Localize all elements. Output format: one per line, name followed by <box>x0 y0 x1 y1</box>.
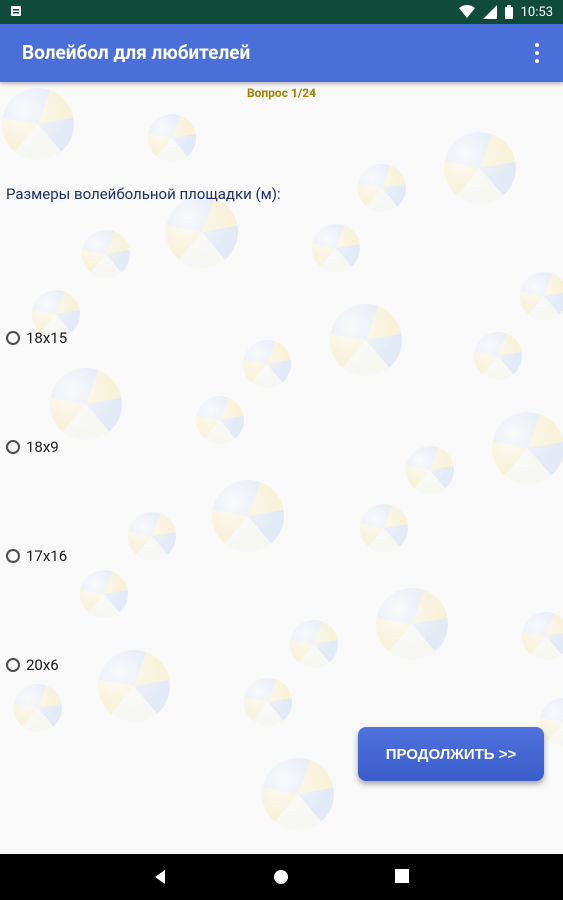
volleyball-background-icon <box>98 650 170 722</box>
question-counter: Вопрос 1/24 <box>246 86 317 100</box>
status-bar: 10:53 <box>0 0 563 24</box>
volleyball-background-icon <box>376 588 448 660</box>
volleyball-background-icon <box>80 570 128 618</box>
volleyball-background-icon <box>406 446 454 494</box>
answer-option-label: 20x6 <box>26 656 59 674</box>
volleyball-background-icon <box>128 512 176 560</box>
continue-button[interactable]: ПРОДОЛЖИТЬ >> <box>358 727 544 781</box>
radio-button[interactable] <box>6 331 20 345</box>
notification-icon <box>11 6 21 16</box>
question-text: Размеры волейбольной площадки (м): <box>6 185 281 203</box>
volleyball-background-icon <box>244 678 292 726</box>
answer-option[interactable]: 17x16 <box>6 545 67 567</box>
volleyball-background-icon <box>14 684 62 732</box>
overflow-menu-icon[interactable] <box>529 41 545 65</box>
volleyball-background-icon <box>243 340 291 388</box>
app-title: Волейбол для любителей <box>22 41 251 64</box>
radio-button[interactable] <box>6 440 20 454</box>
volleyball-background-icon <box>290 620 338 668</box>
signal-icon <box>482 5 497 19</box>
back-icon[interactable] <box>152 869 168 885</box>
volleyball-background-icon <box>360 504 408 552</box>
app-bar: Волейбол для любителей <box>0 24 563 82</box>
volleyball-background-icon <box>358 164 406 212</box>
quiz-content: Вопрос 1/24 Размеры волейбольной площадк… <box>0 82 563 854</box>
volleyball-background-icon <box>522 612 563 660</box>
volleyball-background-icon <box>148 114 196 162</box>
answer-option[interactable]: 18x9 <box>6 436 59 458</box>
answer-option-label: 17x16 <box>26 547 68 565</box>
radio-button[interactable] <box>6 549 20 563</box>
volleyball-background-icon <box>492 412 563 484</box>
answer-option[interactable]: 20x6 <box>6 654 59 676</box>
answer-option[interactable]: 18x15 <box>6 327 67 349</box>
recents-icon[interactable] <box>395 869 409 883</box>
volleyball-background-icon <box>212 480 284 552</box>
volleyball-background-icon <box>474 332 522 380</box>
volleyball-background-icon <box>82 230 130 278</box>
volleyball-background-icon <box>312 224 360 272</box>
volleyball-background-icon <box>330 304 402 376</box>
battery-icon <box>504 5 513 19</box>
answer-option-label: 18x15 <box>26 329 68 347</box>
volleyball-background-icon <box>444 132 516 204</box>
navigation-bar <box>0 854 563 900</box>
volleyball-background-icon <box>196 396 244 444</box>
home-icon[interactable] <box>273 869 289 885</box>
radio-button[interactable] <box>6 658 20 672</box>
status-time: 10:53 <box>520 4 553 20</box>
volleyball-background-icon <box>520 272 563 320</box>
wifi-icon <box>458 5 475 18</box>
answer-option-label: 18x9 <box>26 438 59 456</box>
volleyball-background-icon <box>50 368 122 440</box>
volleyball-background-icon <box>262 758 334 830</box>
volleyball-background-icon <box>166 196 238 268</box>
